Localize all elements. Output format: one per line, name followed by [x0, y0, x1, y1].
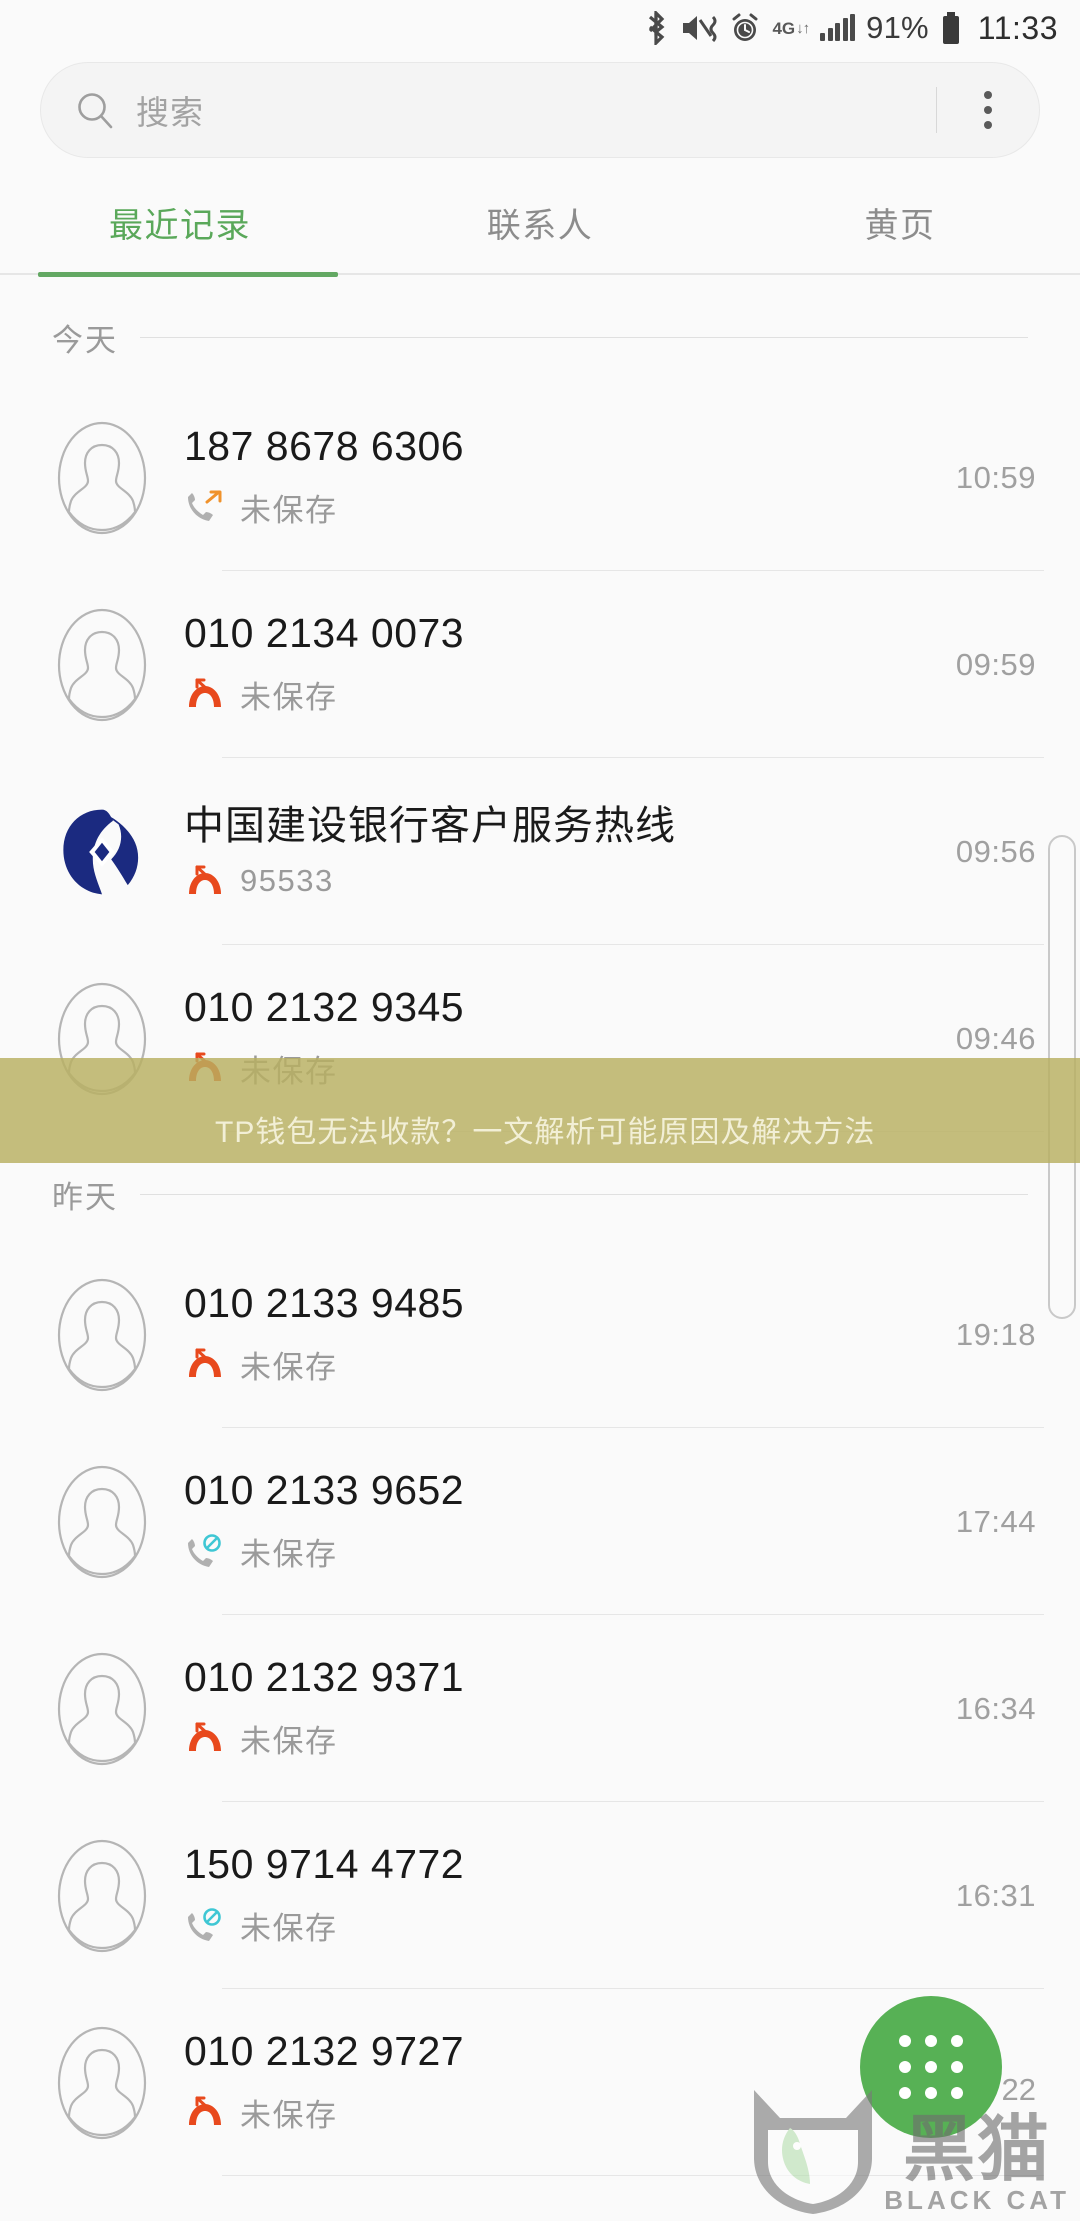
watermark-en-label: BLACK CAT	[884, 2185, 1070, 2215]
day-divider	[140, 337, 1028, 338]
bluetooth-icon	[643, 11, 669, 45]
day-header-today: 今天	[0, 275, 1080, 384]
call-status-label: 未保存	[240, 1910, 338, 1946]
alarm-icon	[729, 12, 761, 44]
call-status-label: 未保存	[240, 1723, 338, 1759]
call-time-label: 10:59	[955, 459, 1036, 495]
table-row[interactable]: 150 9714 4772 未保存 16:31	[0, 1802, 1080, 1989]
missed-call-icon	[184, 677, 224, 711]
call-status-label: 未保存	[240, 679, 338, 715]
signal-bars-icon	[820, 14, 856, 41]
person-placeholder-avatar	[52, 1276, 152, 1394]
clock-label: 11:33	[977, 9, 1058, 46]
call-contact-name: 010 2132 9371	[184, 1656, 465, 1700]
search-divider	[936, 87, 937, 133]
battery-icon	[940, 11, 962, 45]
call-contact-name: 187 8678 6306	[184, 425, 465, 469]
tab-yellowpages[interactable]: 黄页	[720, 184, 1080, 273]
missed-call-icon	[184, 2095, 224, 2129]
table-row[interactable]: 010 2133 9652 未保存 17:44	[0, 1428, 1080, 1615]
person-placeholder-avatar	[52, 1463, 152, 1581]
call-time-label: 17:44	[955, 1503, 1036, 1539]
missed-call-icon	[184, 864, 224, 898]
call-contact-name: 010 2133 9652	[184, 1469, 465, 1513]
day-divider	[140, 1194, 1028, 1195]
call-time-label: 16:31	[955, 1877, 1036, 1913]
person-placeholder-avatar	[52, 1650, 152, 1768]
network-4g-icon: 4G ↓↑	[772, 18, 810, 38]
person-placeholder-avatar	[52, 1837, 152, 1955]
table-row[interactable]: 010 2133 9485 未保存 19:18	[0, 1241, 1080, 1428]
outgoing-call-icon	[184, 490, 224, 524]
search-input[interactable]: 搜索	[136, 86, 936, 134]
person-placeholder-avatar	[52, 419, 152, 537]
blocked-call-icon	[184, 1534, 224, 1568]
more-vertical-icon[interactable]	[959, 75, 1017, 145]
table-row[interactable]: 中国建设银行客户服务热线 95533 09:56	[0, 758, 1080, 945]
data-arrows-icon: ↓↑	[796, 19, 810, 37]
watermark-cn-label: 黑猫	[903, 2106, 1052, 2191]
search-bar[interactable]: 搜索	[40, 62, 1040, 158]
search-bar-container: 搜索	[0, 56, 1080, 158]
call-status-label: 95533	[240, 862, 334, 898]
call-contact-name: 150 9714 4772	[184, 1843, 465, 1887]
watermark-text-block: 黑猫 BLACK CAT	[884, 2106, 1070, 2216]
call-time-label: 09:59	[955, 646, 1036, 682]
call-status-label: 未保存	[240, 2097, 338, 2133]
call-status-label: 未保存	[240, 1349, 338, 1385]
call-contact-name: 010 2132 9345	[184, 986, 465, 1030]
blocked-call-icon	[184, 1908, 224, 1942]
call-contact-name: 010 2133 9485	[184, 1282, 465, 1326]
missed-call-icon	[184, 1721, 224, 1755]
call-status-label: 未保存	[240, 1536, 338, 1572]
tab-contacts[interactable]: 联系人	[360, 184, 720, 273]
table-row[interactable]: 010 2132 9371 未保存 16:34	[0, 1615, 1080, 1802]
ad-overlay-text: TP钱包无法收款？一文解析可能原因及解决方法	[215, 1116, 876, 1149]
status-bar: 4G ↓↑ 91% 11:33	[0, 0, 1080, 56]
tab-recent[interactable]: 最近记录	[0, 184, 360, 273]
call-log-list[interactable]: 今天 187 8678 6306 未保存 10:59 010 2134 0073	[0, 275, 1080, 2176]
call-contact-name: 中国建设银行客户服务热线	[184, 804, 676, 847]
call-time-label: 16:34	[955, 1690, 1036, 1726]
network-label: 4G	[772, 18, 796, 38]
call-contact-name: 010 2134 0073	[184, 612, 465, 656]
mute-vibrate-icon	[680, 12, 718, 44]
person-placeholder-avatar	[52, 2024, 152, 2142]
call-status-label: 未保存	[240, 492, 338, 528]
call-time-label: 19:18	[955, 1316, 1036, 1352]
search-icon	[75, 90, 115, 130]
black-cat-logo	[750, 2084, 876, 2216]
day-label: 今天	[52, 323, 118, 358]
battery-percent-label: 91%	[866, 10, 929, 45]
watermark: 黑猫 BLACK CAT	[750, 2084, 1070, 2216]
ccb-bank-logo	[52, 793, 152, 911]
missed-call-icon	[184, 1347, 224, 1381]
day-label: 昨天	[52, 1180, 118, 1215]
table-row[interactable]: 010 2134 0073 未保存 09:59	[0, 571, 1080, 758]
ad-overlay-banner[interactable]: TP钱包无法收款？一文解析可能原因及解决方法	[0, 1058, 1080, 1163]
person-placeholder-avatar	[52, 606, 152, 724]
table-row[interactable]: 187 8678 6306 未保存 10:59	[0, 384, 1080, 571]
tab-bar: 最近记录 联系人 黄页	[0, 184, 1080, 273]
